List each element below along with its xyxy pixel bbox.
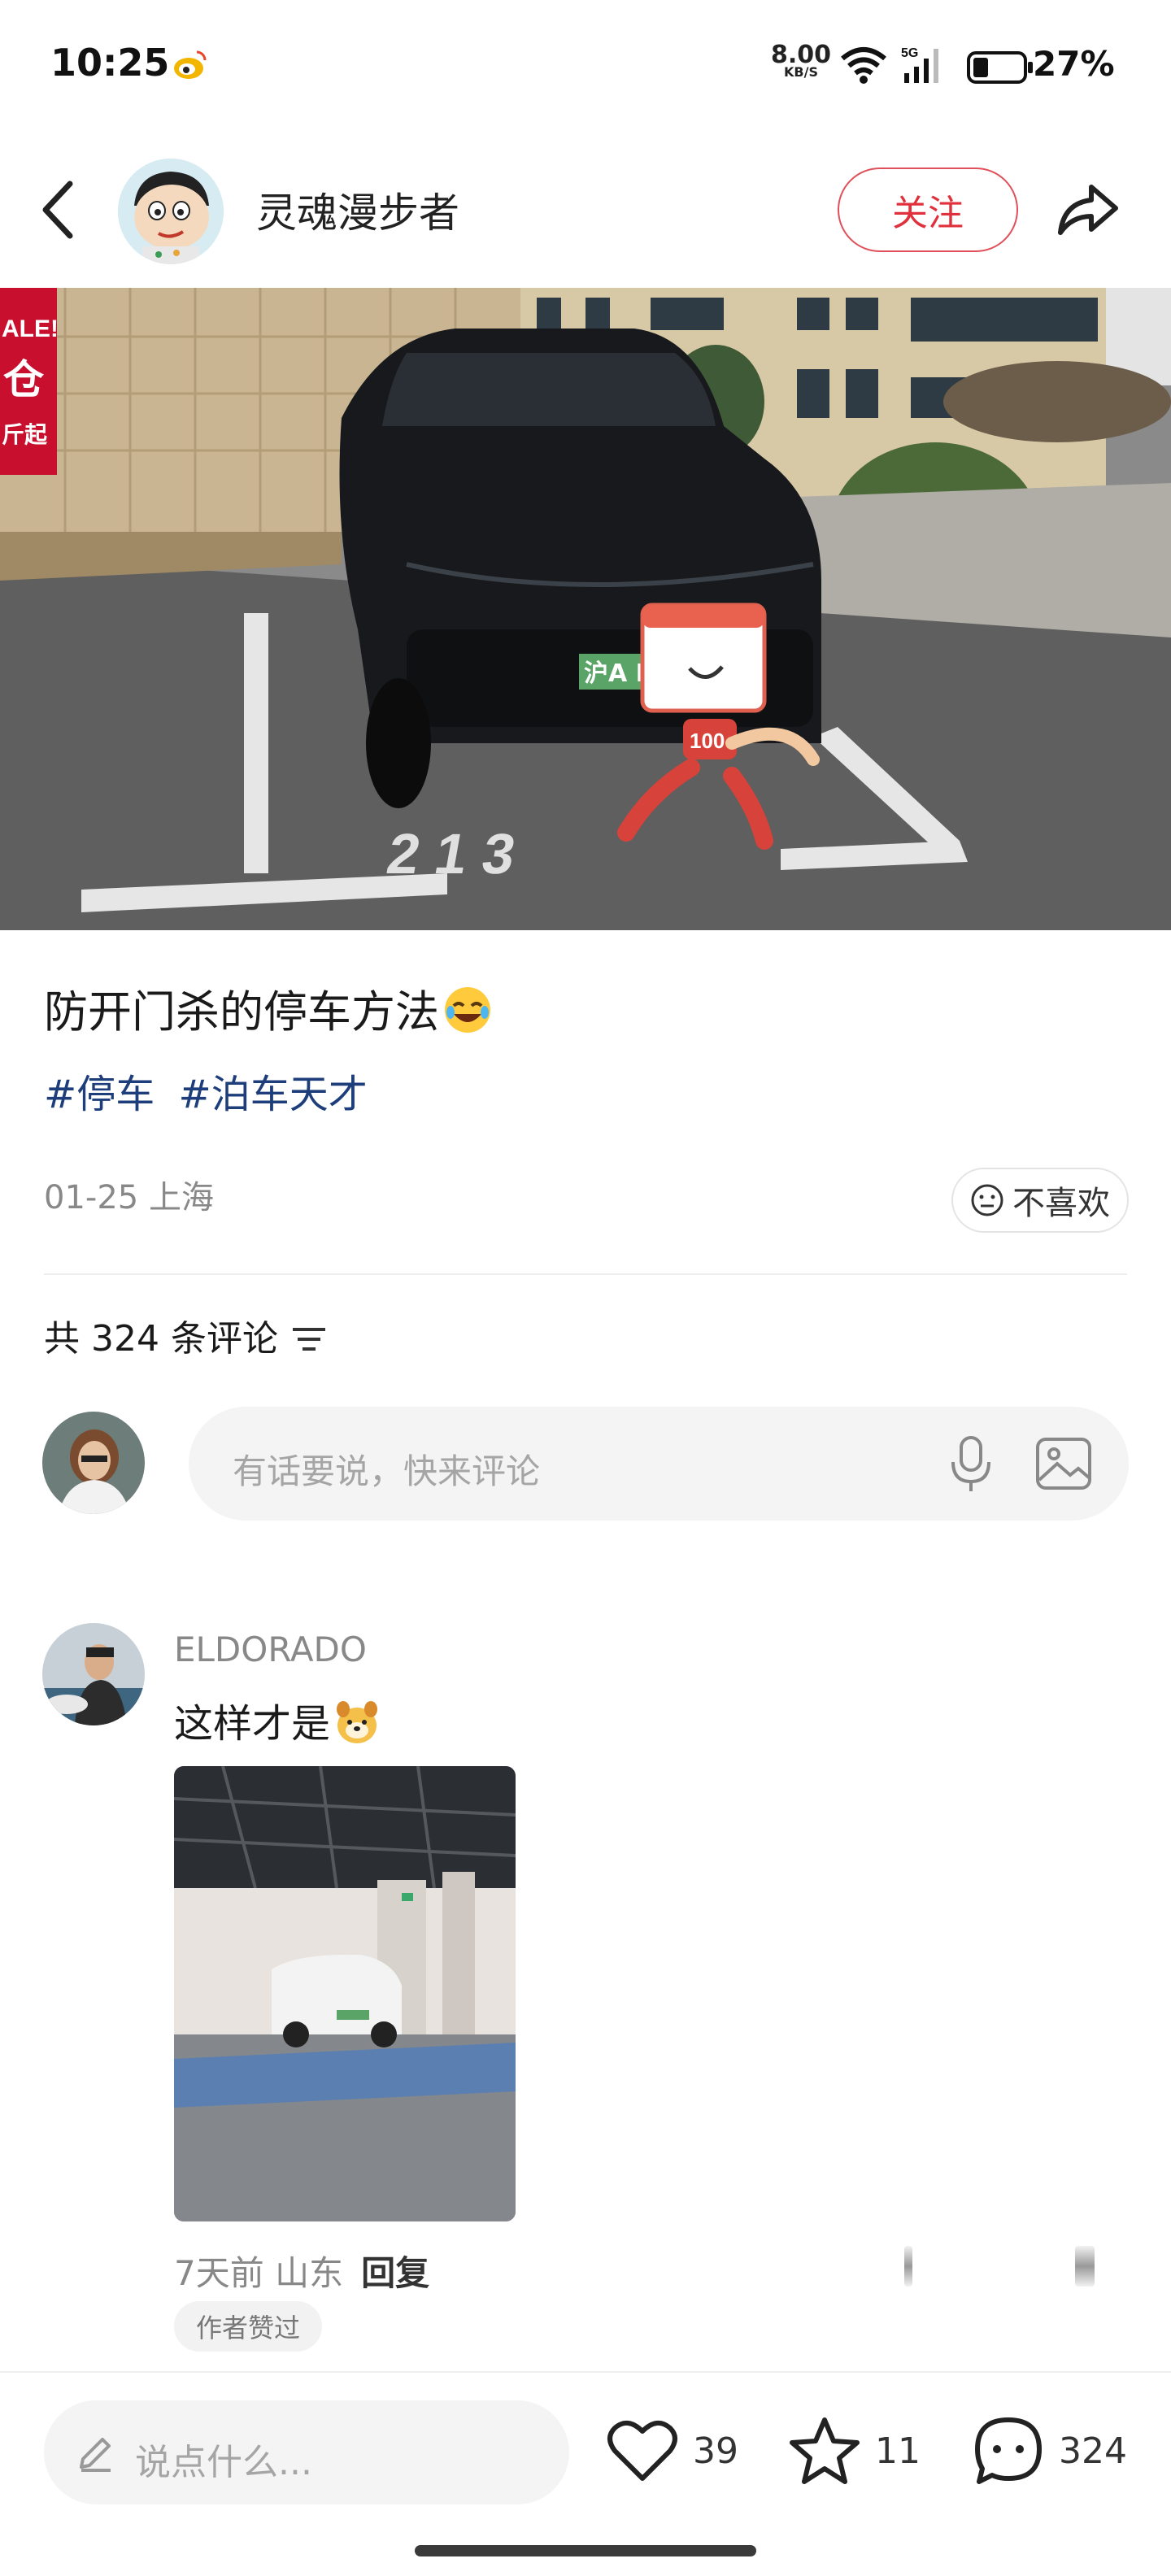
svg-text:斤起: 斤起 [2,421,48,448]
comment-count: 324 [1059,2430,1127,2472]
back-button[interactable] [36,176,81,244]
rofl-emoji-icon [445,987,490,1033]
reply-button[interactable]: 回复 [361,2253,429,2293]
commenter-name[interactable]: ELDORADO [174,1630,367,1669]
commenter-avatar[interactable] [42,1623,145,1725]
comment-dislike-placeholder [1075,2246,1095,2287]
pencil-icon [80,2438,111,2472]
svg-text:5G: 5G [901,46,918,60]
follow-button[interactable]: 关注 [838,168,1018,252]
comment-like-placeholder [904,2246,912,2287]
comment-photo[interactable] [174,1766,516,2221]
dislike-button[interactable]: 不喜欢 [951,1168,1129,1233]
microphone-icon[interactable] [942,1434,1000,1493]
author-liked-badge: 作者赞过 [174,2301,322,2352]
like-count: 39 [693,2430,738,2472]
say-something-input[interactable]: 说点什么... [44,2400,569,2504]
battery-percentage: 27% [1033,44,1115,84]
post-header: 灵魂漫步者 关注 [0,146,1171,276]
svg-text:100: 100 [690,729,725,753]
svg-text:2 1 3: 2 1 3 [382,821,520,885]
share-icon[interactable] [1054,176,1122,244]
svg-text:仓: 仓 [3,356,45,403]
comment-count-header: 共 324 条评论 [44,1309,327,1361]
wifi-icon [841,47,886,84]
neutral-face-icon [971,1184,1003,1216]
comment-input[interactable]: 有话要说，快来评论 [189,1407,1129,1521]
signal-icon: 5G [901,46,938,83]
tag-link[interactable]: #停车 [44,1072,155,1117]
my-avatar [42,1412,145,1514]
heart-icon [607,2421,677,2481]
image-icon[interactable] [1034,1436,1093,1491]
weibo-icon [174,50,207,79]
say-something-placeholder: 说点什么... [135,2442,312,2483]
home-indicator[interactable] [415,2545,756,2556]
post-meta: 01-25 上海 [44,1179,214,1216]
battery-icon [967,51,1033,84]
dog-emoji-icon [337,1701,378,1743]
post-tags: #停车 #泊车天才 [44,1062,379,1119]
comment-bubble-icon [975,2417,1042,2484]
like-button[interactable]: 39 [605,2408,738,2493]
favorite-count: 11 [875,2430,921,2472]
tag-link[interactable]: #泊车天才 [179,1072,368,1117]
sort-icon[interactable] [291,1325,327,1354]
svg-text:ALE!: ALE! [2,315,59,342]
post-photo[interactable]: ALE! 仓 斤起 2 1 3 沪A B 100 [0,288,1171,930]
comment-button[interactable]: 324 [971,2408,1127,2493]
star-icon [790,2417,860,2484]
divider [44,1273,1127,1275]
comment-input-placeholder: 有话要说，快来评论 [233,1451,541,1491]
status-bar: 10:25 8.00 KB/S 5G 27% [0,0,1171,130]
comment-meta: 7天前 山东 回复 [174,2253,430,2293]
post-title: 防开门杀的停车方法 [44,976,493,1040]
author-name[interactable]: 灵魂漫步者 [256,181,459,239]
comment-text: 这样才是 [174,1691,381,1748]
favorite-button[interactable]: 11 [787,2408,921,2493]
net-speed: 8.00 KB/S [771,41,832,80]
author-avatar[interactable] [118,159,224,264]
status-time: 10:25 [50,41,170,85]
